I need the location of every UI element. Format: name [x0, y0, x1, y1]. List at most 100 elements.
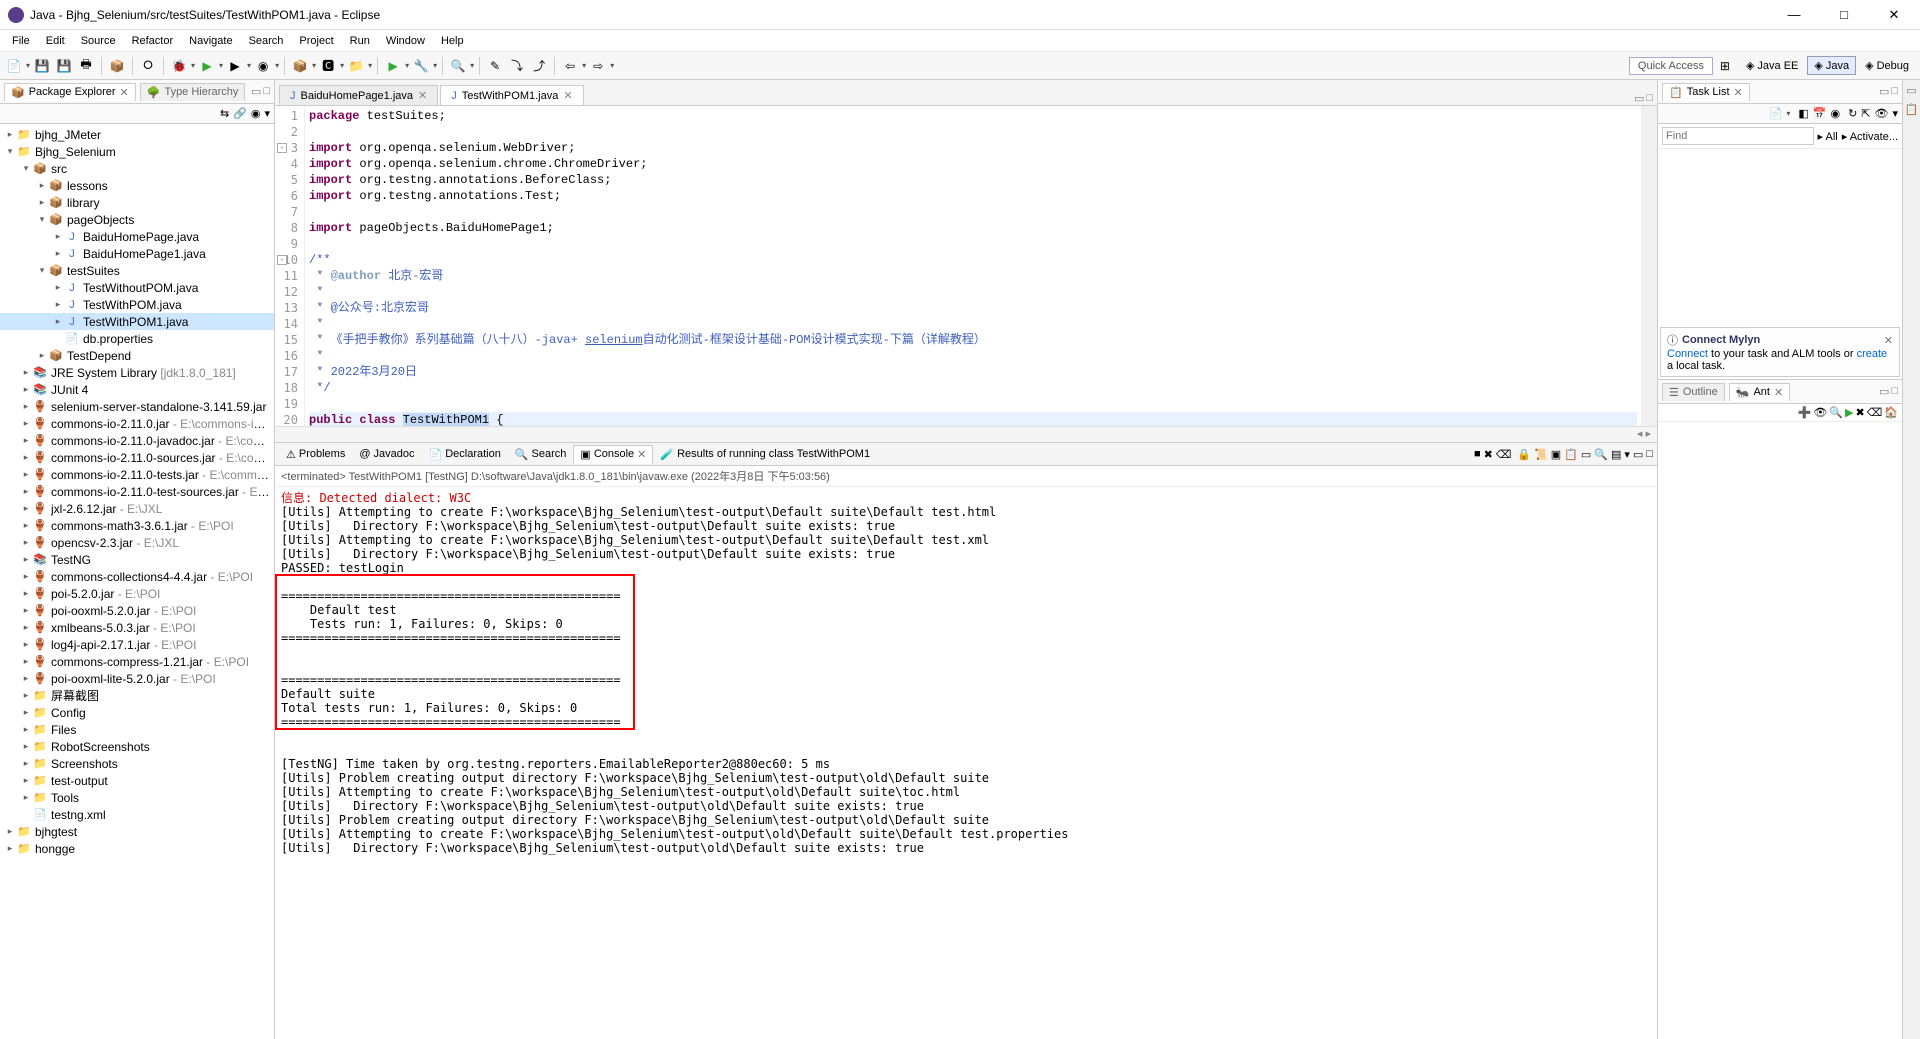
remove-all-button[interactable]: ⌫ [1867, 406, 1883, 419]
console-toolbar-button-4[interactable]: 🔒 [1517, 448, 1531, 461]
all-dropdown[interactable]: ▸ All [1818, 130, 1838, 143]
tree-item[interactable]: ▸🏺xmlbeans-5.0.3.jar - E:\POI [0, 619, 274, 636]
minimize-view-button[interactable]: ▭ [1879, 385, 1889, 398]
menu-refactor[interactable]: Refactor [124, 33, 182, 49]
run-target-button[interactable]: ▶ [1845, 406, 1853, 419]
tree-item[interactable]: 📄testng.xml [0, 806, 274, 823]
tree-toggle[interactable]: ▸ [20, 639, 32, 650]
console-output[interactable]: 信息: Detected dialect: W3C[Utils] Attempt… [275, 487, 1657, 1039]
tree-item[interactable]: ▸JBaiduHomePage1.java [0, 245, 274, 262]
tree-toggle[interactable]: ▸ [52, 231, 64, 242]
menu-project[interactable]: Project [291, 33, 341, 49]
categorize-button[interactable]: ◧ [1798, 107, 1808, 120]
external-run-button[interactable]: ▶ [383, 56, 403, 76]
tree-toggle[interactable]: ▸ [20, 758, 32, 769]
tree-item[interactable]: ▸📁Tools [0, 789, 274, 806]
connect-link[interactable]: Connect [1667, 348, 1708, 360]
tree-item[interactable]: ▾📦src [0, 160, 274, 177]
console-toolbar-button-6[interactable]: ▣ [1551, 448, 1561, 461]
tree-item[interactable]: ▸📦library [0, 194, 274, 211]
search-button[interactable]: 🔍 [448, 56, 468, 76]
tree-item[interactable]: ▸🏺commons-io-2.11.0-test-sources.jar - E… [0, 483, 274, 500]
maximize-view-button[interactable]: □ [263, 85, 270, 98]
save-button[interactable]: 💾 [32, 56, 52, 76]
tree-toggle[interactable]: ▸ [4, 129, 16, 140]
console-toolbar-button-7[interactable]: 📋 [1564, 448, 1578, 461]
tree-item[interactable]: ▸📁屏幕截图 [0, 687, 274, 704]
tree-item[interactable]: ▸📁Screenshots [0, 755, 274, 772]
tree-item[interactable]: 📄db.properties [0, 330, 274, 347]
tree-item[interactable]: ▸📁RobotScreenshots [0, 738, 274, 755]
prev-annotation-button[interactable]: ⤴ [529, 56, 549, 76]
view-tab-declaration[interactable]: 📄 Declaration [422, 445, 508, 464]
schedule-button[interactable]: 📅 [1813, 107, 1827, 120]
save-all-button[interactable]: 💾 [54, 56, 74, 76]
tree-toggle[interactable]: ▸ [20, 656, 32, 667]
tree-toggle[interactable]: ▸ [20, 537, 32, 548]
tree-toggle[interactable]: ▸ [20, 418, 32, 429]
tree-item[interactable]: ▾📁Bjhg_Selenium [0, 143, 274, 160]
view-tab-search[interactable]: 🔍 Search [508, 445, 574, 464]
outline-tab[interactable]: ☰ Outline [1662, 383, 1725, 401]
search-ant-button[interactable]: 🔍 [1829, 406, 1843, 419]
minimize-button[interactable]: — [1776, 1, 1812, 29]
open-perspective-button[interactable]: ⊞ [1715, 56, 1735, 76]
minimize-view-button[interactable]: ▭ [1879, 85, 1889, 98]
task-trim-button[interactable]: 📋 [1905, 103, 1919, 116]
tree-toggle[interactable]: ▸ [20, 707, 32, 718]
close-button[interactable]: ✕ [1876, 1, 1912, 29]
hide-internal-button[interactable]: 👁 [1813, 406, 1827, 419]
perspective-java[interactable]: ◈ Java [1807, 56, 1856, 75]
create-link[interactable]: create [1857, 348, 1888, 360]
tree-toggle[interactable]: ▸ [4, 826, 16, 837]
console-toolbar-button-10[interactable]: ▤ [1611, 448, 1621, 461]
type-hierarchy-tab[interactable]: 🌳 Type Hierarchy [140, 83, 246, 101]
focus-task-button[interactable]: ◉ [251, 107, 261, 120]
view-menu-button[interactable]: ▾ [264, 107, 270, 120]
console-toolbar-button-12[interactable]: ▭ [1633, 448, 1643, 461]
close-tab-button[interactable]: ✕ [563, 89, 572, 102]
tree-toggle[interactable]: ▾ [36, 265, 48, 276]
debug-button[interactable]: 🐞 [169, 56, 189, 76]
tree-item[interactable]: ▸🏺poi-ooxml-5.2.0.jar - E:\POI [0, 602, 274, 619]
new-folder-button[interactable]: 📁 [346, 56, 366, 76]
perspective-debug[interactable]: ◈ Debug [1858, 56, 1916, 75]
tree-toggle[interactable]: ▸ [20, 792, 32, 803]
remove-button[interactable]: ✖ [1856, 406, 1865, 419]
console-toolbar-button-13[interactable]: □ [1646, 448, 1653, 461]
tree-toggle[interactable]: ▸ [20, 469, 32, 480]
new-package-button[interactable]: 📦 [290, 56, 310, 76]
tree-toggle[interactable]: ▾ [4, 146, 16, 157]
quick-access[interactable]: Quick Access [1629, 57, 1713, 75]
tree-toggle[interactable]: ▸ [20, 571, 32, 582]
tree-item[interactable]: ▸🏺commons-math3-3.6.1.jar - E:\POI [0, 517, 274, 534]
tree-item[interactable]: ▸JTestWithPOM.java [0, 296, 274, 313]
console-toolbar-button-8[interactable]: ▭ [1581, 448, 1591, 461]
home-button[interactable]: 🏠 [1884, 406, 1898, 419]
menu-navigate[interactable]: Navigate [181, 33, 240, 49]
tree-toggle[interactable]: ▸ [36, 350, 48, 361]
tree-toggle[interactable]: ▾ [36, 214, 48, 225]
add-build-button[interactable]: ➕ [1798, 406, 1812, 419]
tree-toggle[interactable]: ▸ [20, 622, 32, 633]
task-list-tab[interactable]: 📋 Task List ✕ [1662, 83, 1750, 101]
tree-item[interactable]: ▸🏺jxl-2.6.12.jar - E:\JXL [0, 500, 274, 517]
tree-toggle[interactable]: ▸ [20, 520, 32, 531]
collapse-all-button[interactable]: ⇆ [220, 107, 229, 120]
view-tab-javadoc[interactable]: @ Javadoc [352, 445, 421, 463]
tree-toggle[interactable]: ▸ [20, 775, 32, 786]
hide-button[interactable]: 👁 [1875, 107, 1889, 120]
code-editor[interactable]: package testSuites; import org.openqa.se… [305, 106, 1641, 426]
close-icon[interactable]: ✕ [637, 448, 646, 461]
focus-button[interactable]: ◉ [1830, 107, 1840, 120]
tree-toggle[interactable]: ▸ [20, 435, 32, 446]
tree-item[interactable]: ▸🏺log4j-api-2.17.1.jar - E:\POI [0, 636, 274, 653]
back-button[interactable]: ⇦ [560, 56, 580, 76]
tree-toggle[interactable]: ▸ [52, 299, 64, 310]
tree-item[interactable]: ▸📦TestDepend [0, 347, 274, 364]
close-icon[interactable]: ✕ [1774, 386, 1783, 399]
view-tab-console[interactable]: ▣ Console ✕ [573, 445, 653, 464]
console-toolbar-button-5[interactable]: 📜 [1534, 448, 1548, 461]
forward-button[interactable]: ⇨ [588, 56, 608, 76]
view-tab-problems[interactable]: ⚠ Problems [279, 445, 352, 464]
